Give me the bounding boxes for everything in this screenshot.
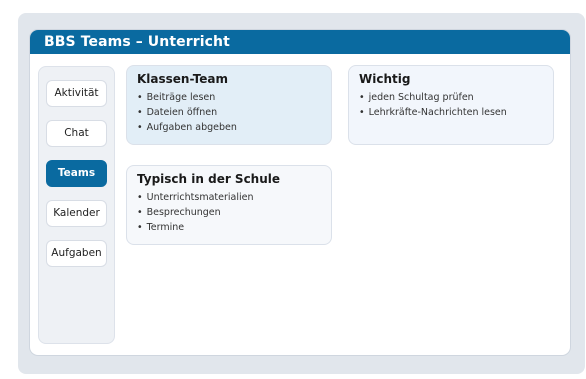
card-typisch-in-der-schule: Typisch in der Schule Unterrichtsmateria… (126, 165, 332, 245)
list-item: Dateien öffnen (137, 105, 321, 120)
list-item: Unterrichtsmaterialien (137, 190, 321, 205)
sidebar: Aktivität Chat Teams Kalender Aufgaben (38, 66, 115, 344)
card-title: Typisch in der Schule (137, 172, 281, 186)
sidebar-item-teams[interactable]: Teams (46, 160, 107, 187)
card-title: Klassen-Team (137, 72, 229, 86)
list-item: Beiträge lesen (137, 90, 321, 105)
sidebar-item-aufgaben[interactable]: Aufgaben (46, 240, 107, 267)
list-item: Lehrkräfte-Nachrichten lesen (359, 105, 543, 120)
card-wichtig: Wichtig jeden Schultag prüfen Lehrkräfte… (348, 65, 554, 145)
window-title: BBS Teams – Unterricht (30, 30, 570, 54)
sidebar-item-kalender[interactable]: Kalender (46, 200, 107, 227)
card-list: Unterrichtsmaterialien Besprechungen Ter… (137, 190, 321, 235)
card-klassen-team: Klassen-Team Beiträge lesen Dateien öffn… (126, 65, 332, 145)
app-window: BBS Teams – Unterricht Aktivität Chat Te… (30, 30, 570, 355)
card-title: Wichtig (359, 72, 411, 86)
list-item: Termine (137, 220, 321, 235)
card-list: jeden Schultag prüfen Lehrkräfte-Nachric… (359, 90, 543, 120)
card-list: Beiträge lesen Dateien öffnen Aufgaben a… (137, 90, 321, 135)
sidebar-item-chat[interactable]: Chat (46, 120, 107, 147)
list-item: Aufgaben abgeben (137, 120, 321, 135)
sidebar-item-aktivitaet[interactable]: Aktivität (46, 80, 107, 107)
list-item: Besprechungen (137, 205, 321, 220)
list-item: jeden Schultag prüfen (359, 90, 543, 105)
